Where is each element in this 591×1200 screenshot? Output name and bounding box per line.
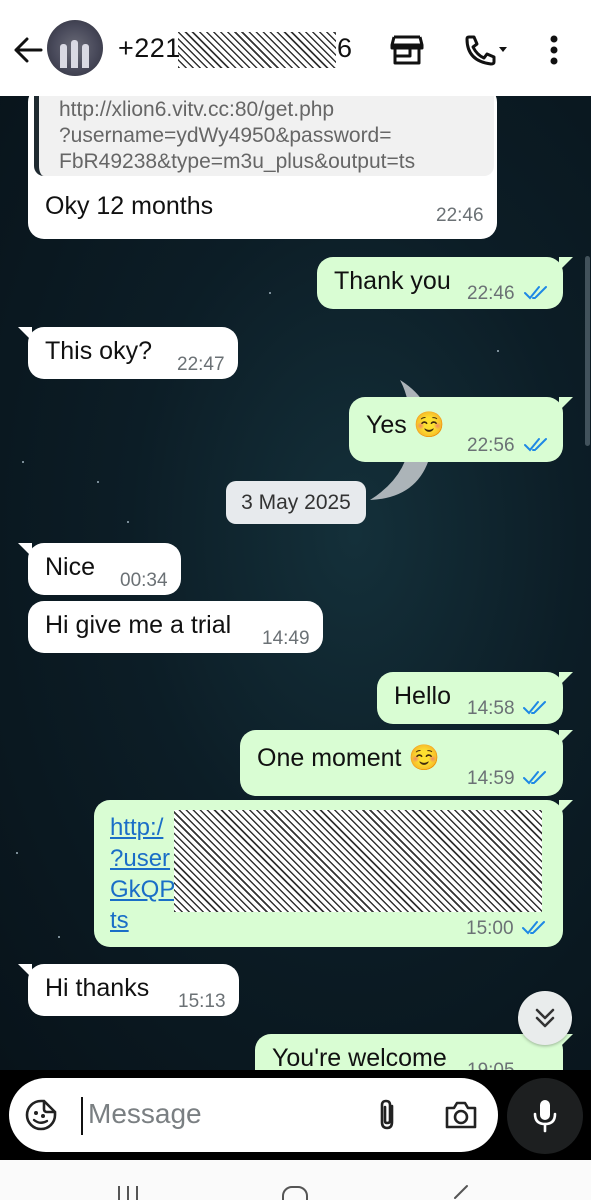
scroll-to-bottom-button[interactable] bbox=[518, 991, 572, 1045]
chat-area[interactable]: http://xlion6.vitv.cc:80/get.php ?userna… bbox=[0, 96, 591, 1070]
contact-name-suffix[interactable]: 6 bbox=[337, 33, 352, 64]
read-ticks-icon bbox=[523, 701, 546, 715]
back-nav-icon[interactable] bbox=[445, 1182, 475, 1200]
link-text[interactable]: GkQP bbox=[110, 876, 175, 904]
composer-bar bbox=[0, 1070, 591, 1160]
message-text: Thank you bbox=[334, 267, 451, 295]
mic-button[interactable] bbox=[507, 1078, 583, 1154]
message-time: 14:58 bbox=[467, 698, 515, 719]
message-time: 22:56 bbox=[467, 435, 515, 456]
message-text: Hi give me a trial bbox=[45, 611, 232, 639]
message-text: One moment ☺️ bbox=[257, 744, 440, 772]
message-text: This oky? bbox=[45, 337, 152, 365]
message-incoming[interactable]: Hi give me a trial 14:49 bbox=[28, 601, 323, 653]
message-outgoing[interactable]: Yes ☺️ 22:56 bbox=[349, 397, 573, 462]
message-incoming[interactable]: http://xlion6.vitv.cc:80/get.php ?userna… bbox=[28, 96, 497, 239]
mic-icon bbox=[533, 1100, 557, 1133]
message-incoming[interactable]: Hi thanks 15:13 bbox=[18, 964, 239, 1016]
message-input[interactable] bbox=[88, 1098, 348, 1130]
chat-header: +221 6 bbox=[0, 0, 591, 96]
date-chip: 3 May 2025 bbox=[226, 481, 366, 524]
avatar[interactable] bbox=[47, 20, 103, 76]
message-outgoing[interactable]: Thank you 22:46 bbox=[317, 257, 573, 309]
message-outgoing[interactable]: You're welcome 19:05 bbox=[255, 1034, 573, 1070]
message-text: Oky 12 months bbox=[45, 192, 214, 220]
message-text: Hi thanks bbox=[45, 974, 150, 1002]
read-ticks-icon bbox=[523, 771, 546, 785]
redacted-number bbox=[178, 32, 336, 68]
system-nav-bar bbox=[0, 1160, 591, 1200]
message-time: 15:00 bbox=[466, 918, 514, 939]
message-outgoing-link[interactable]: http:/ ?user GkQP ts 15:00 bbox=[94, 800, 573, 947]
message-incoming[interactable]: This oky? 22:47 bbox=[18, 327, 238, 379]
link-text[interactable]: ?user bbox=[110, 845, 170, 873]
message-time: 22:46 bbox=[436, 205, 484, 226]
read-ticks-icon bbox=[524, 286, 547, 300]
message-outgoing[interactable]: Hello 14:58 bbox=[377, 672, 573, 724]
read-ticks-icon bbox=[522, 921, 545, 935]
contact-name[interactable]: +221 bbox=[118, 33, 181, 64]
message-time: 22:47 bbox=[177, 354, 225, 375]
message-incoming[interactable]: Nice 00:34 bbox=[18, 543, 181, 595]
message-text: Hello bbox=[394, 682, 451, 710]
quoted-link-preview[interactable]: http://xlion6.vitv.cc:80/get.php ?userna… bbox=[34, 96, 494, 176]
message-time: 00:34 bbox=[120, 570, 168, 591]
camera-icon[interactable] bbox=[443, 1097, 479, 1133]
message-time: 14:49 bbox=[262, 628, 310, 649]
redacted-link bbox=[174, 810, 542, 912]
shop-icon[interactable] bbox=[387, 30, 427, 70]
message-outgoing[interactable]: One moment ☺️ 14:59 bbox=[240, 730, 573, 796]
message-time: 19:05 bbox=[467, 1060, 515, 1070]
message-text: Yes ☺️ bbox=[366, 411, 445, 439]
phone-icon[interactable] bbox=[458, 30, 514, 70]
message-text: Nice bbox=[45, 553, 96, 581]
link-text[interactable]: http:/ bbox=[110, 814, 163, 842]
read-ticks-icon bbox=[524, 438, 547, 452]
double-chevron-down-icon bbox=[535, 1008, 555, 1028]
text-caret bbox=[81, 1097, 83, 1135]
message-text: You're welcome bbox=[272, 1044, 447, 1070]
message-time: 15:13 bbox=[178, 991, 226, 1012]
back-arrow-icon[interactable] bbox=[8, 30, 48, 70]
home-icon[interactable] bbox=[280, 1182, 310, 1200]
attach-icon[interactable] bbox=[369, 1097, 405, 1133]
message-composer[interactable] bbox=[9, 1078, 498, 1152]
sticker-icon[interactable] bbox=[23, 1097, 59, 1133]
more-vert-icon[interactable] bbox=[534, 30, 574, 70]
message-time: 14:59 bbox=[467, 768, 515, 789]
scrollbar[interactable] bbox=[585, 256, 590, 446]
link-text[interactable]: ts bbox=[110, 907, 129, 935]
message-time: 22:46 bbox=[467, 283, 515, 304]
recents-icon[interactable] bbox=[113, 1182, 143, 1200]
